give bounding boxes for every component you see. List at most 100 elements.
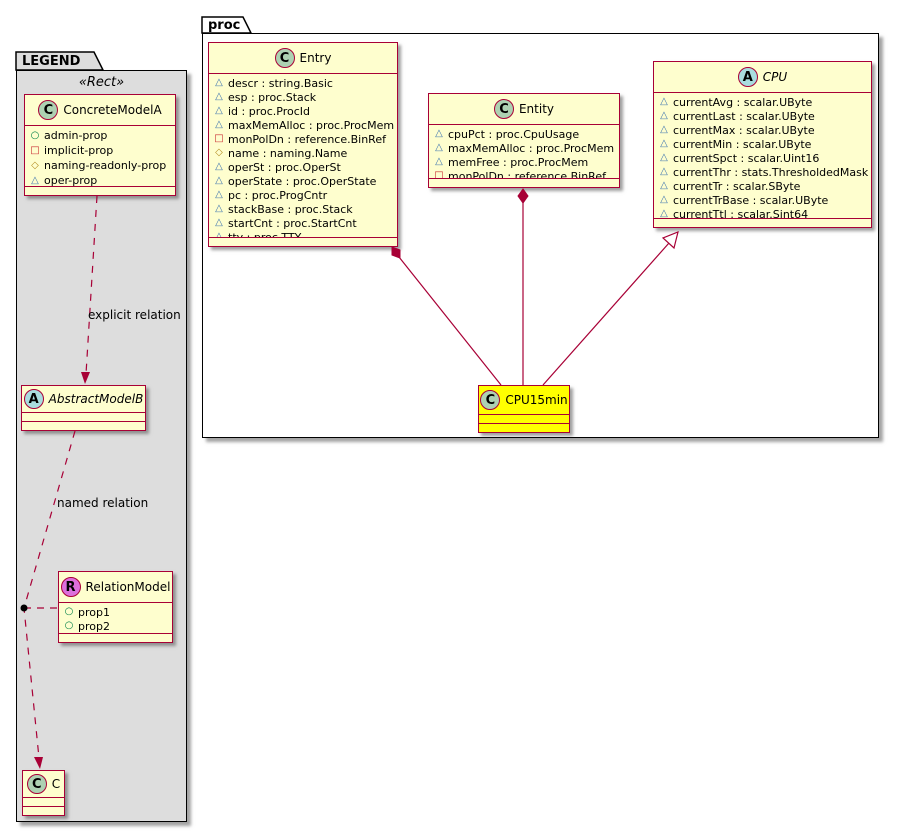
- member-row: △ currentTr : scalar.SByte: [658, 179, 867, 193]
- member-text: currentTrBase : scalar.UByte: [673, 193, 829, 207]
- class-name: RelationModel: [85, 580, 171, 594]
- triangle-member-icon: △: [215, 161, 223, 172]
- triangle-member-icon: △: [660, 110, 668, 121]
- member-text: currentLast : scalar.UByte: [673, 109, 815, 123]
- class-entity-members: △ cpuPct : proc.CpuUsage △ maxMemAlloc : pr…: [429, 124, 619, 178]
- member-row: ○ prop2: [63, 619, 168, 633]
- member-text: currentThr : stats.ThresholdedMask: [673, 165, 869, 179]
- class-concretemodela: C ConcreteModelA ○ admin-prop □ implicit-pr…: [24, 94, 176, 196]
- triangle-member-icon: △: [660, 166, 668, 177]
- member-text: currentMax : scalar.UByte: [673, 123, 815, 137]
- triangle-member-icon: △: [215, 105, 223, 116]
- member-text: currentSpct : scalar.Uint16: [673, 151, 820, 165]
- triangle-member-icon: △: [660, 180, 668, 191]
- triangle-member-icon: △: [660, 194, 668, 205]
- class-spot-icon: C: [274, 48, 295, 68]
- member-text: maxMemAlloc : proc.ProcMem: [448, 141, 615, 155]
- class-name: CPU15min: [505, 393, 568, 407]
- member-row: △ esp : proc.Stack: [213, 90, 393, 104]
- member-row: △ currentLast : scalar.UByte: [658, 109, 867, 123]
- class-cpu: A CPU △ currentAvg : scalar.UByte △ current…: [653, 61, 872, 228]
- triangle-member-icon: △: [215, 91, 223, 102]
- empty-compartment: [479, 423, 569, 432]
- member-row: △ operState : proc.OperState: [213, 174, 393, 188]
- class-name: ConcreteModelA: [63, 103, 162, 117]
- class-relationmodel-members: ○ prop1 ○ prop2: [59, 602, 172, 633]
- member-text: id : proc.ProcId: [228, 104, 311, 118]
- class-entry-members: △ descr : string.Basic △ esp : proc.Stack △ i…: [209, 73, 397, 237]
- member-row: □ monPolDn : reference.BinRef: [213, 132, 393, 146]
- member-text: operSt : proc.OperSt: [228, 160, 341, 174]
- member-text: operState : proc.OperState: [228, 174, 377, 188]
- circle-member-icon: ○: [64, 606, 74, 617]
- uml-diagram-canvas: LEGEND proc «Rect» explicit relation nam…: [0, 0, 900, 836]
- circle-member-icon: ○: [30, 129, 40, 141]
- triangle-member-icon: △: [660, 138, 668, 149]
- class-name: AbstractModelB: [48, 392, 144, 406]
- triangle-member-icon: △: [660, 208, 668, 219]
- member-text: prop2: [78, 619, 110, 633]
- member-text: prop1: [78, 605, 110, 619]
- class-cpu15min: C CPU15min: [478, 385, 570, 433]
- member-text: monPolDn : reference.BinRef: [448, 169, 606, 179]
- class-entry-title: C Entry: [209, 43, 397, 73]
- member-row: △ id : proc.ProcId: [213, 104, 393, 118]
- member-row: ○ prop1: [63, 605, 168, 619]
- member-row: △ pc : proc.ProgCntr: [213, 188, 393, 202]
- member-row: △ tty : proc.TTY: [213, 230, 393, 238]
- class-spot-icon: C: [480, 390, 501, 410]
- member-row: △ startCnt : proc.StartCnt: [213, 216, 393, 230]
- member-text: pc : proc.ProgCntr: [228, 188, 328, 202]
- square-member-icon: □: [214, 133, 224, 144]
- class-name: CPU: [762, 70, 788, 84]
- class-spot-icon: C: [26, 774, 47, 794]
- member-text: oper-prop: [44, 174, 98, 186]
- class-relationmodel-title: R RelationModel: [59, 572, 172, 602]
- member-row: △ memFree : proc.ProcMem: [433, 155, 615, 169]
- class-cpu15min-title: C CPU15min: [479, 386, 569, 414]
- class-cpu-title: A CPU: [654, 62, 871, 92]
- relation-spot-icon: R: [60, 577, 81, 597]
- proc-package-tab-label: proc: [208, 18, 241, 33]
- triangle-member-icon: △: [660, 124, 668, 135]
- legend-package-tab-label: LEGEND: [22, 54, 81, 69]
- class-name: Entity: [518, 102, 555, 116]
- circle-member-icon: ○: [64, 620, 74, 631]
- member-text: naming-readonly-prop: [44, 159, 167, 172]
- triangle-member-icon: △: [215, 189, 223, 200]
- class-relationmodel: R RelationModel ○ prop1 ○ prop2: [58, 571, 173, 643]
- member-row: □ monPolDn : reference.BinRef: [433, 169, 615, 179]
- member-row: △ currentThr : stats.ThresholdedMask: [658, 165, 869, 179]
- class-spot-icon: C: [38, 100, 59, 120]
- triangle-member-icon: △: [31, 174, 39, 186]
- member-row: △ stackBase : proc.Stack: [213, 202, 393, 216]
- class-entry: C Entry △ descr : string.Basic △ esp : proc…: [208, 42, 398, 247]
- square-member-icon: □: [434, 170, 444, 179]
- member-text: cpuPct : proc.CpuUsage: [448, 127, 580, 141]
- member-text: monPolDn : reference.BinRef: [228, 132, 386, 146]
- empty-compartment: [23, 806, 64, 815]
- triangle-member-icon: △: [435, 142, 443, 153]
- member-row: △ currentMax : scalar.UByte: [658, 123, 867, 137]
- member-row: △ maxMemAlloc : proc.ProcMem: [433, 141, 615, 155]
- member-row: ◇ naming-readonly-prop: [29, 158, 171, 173]
- class-cpu-members: △ currentAvg : scalar.UByte △ currentLast :…: [654, 92, 871, 218]
- member-text: currentTr : scalar.SByte: [673, 179, 801, 193]
- member-row: △ currentTrBase : scalar.UByte: [658, 193, 867, 207]
- member-row: △ operSt : proc.OperSt: [213, 160, 393, 174]
- class-entity-title: C Entity: [429, 94, 619, 124]
- member-row: △ cpuPct : proc.CpuUsage: [433, 127, 615, 141]
- triangle-member-icon: △: [660, 96, 668, 107]
- abstract-spot-icon: A: [23, 389, 44, 409]
- class-c-title: C C: [23, 771, 64, 797]
- class-entity: C Entity △ cpuPct : proc.CpuUsage △ maxMemA…: [428, 93, 620, 188]
- member-text: name : naming.Name: [228, 146, 348, 160]
- class-name: Entry: [299, 51, 332, 65]
- class-concretemodela-members: ○ admin-prop □ implicit-prop ◇ naming-readonl…: [25, 125, 175, 186]
- class-concretemodela-title: C ConcreteModelA: [25, 95, 175, 125]
- class-spot-icon: C: [493, 99, 514, 119]
- triangle-member-icon: △: [435, 128, 443, 139]
- member-row: □ implicit-prop: [29, 143, 171, 158]
- triangle-member-icon: △: [435, 156, 443, 167]
- diamond-member-icon: ◇: [215, 147, 223, 158]
